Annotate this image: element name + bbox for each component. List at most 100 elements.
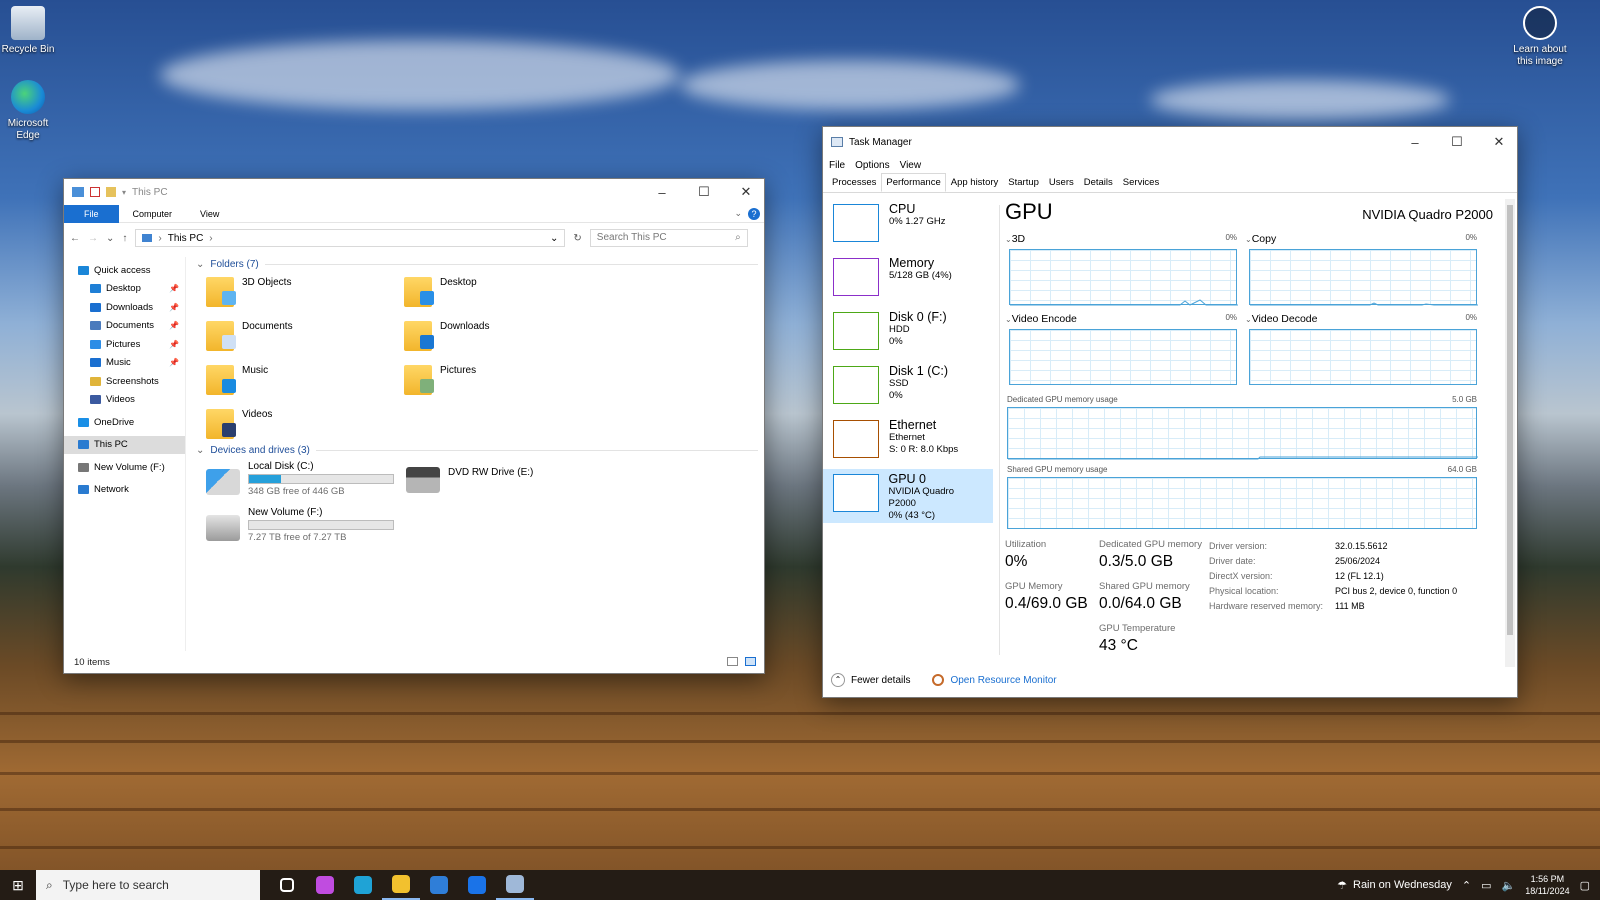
menu-view[interactable]: View (900, 160, 922, 171)
tab-services[interactable]: Services (1118, 173, 1164, 192)
perf-item-disk-1-c[interactable]: Disk 1 (C:) SSD 0% (823, 361, 993, 415)
gpu-info-values: 32.0.15.5612 25/06/2024 12 (FL 12.1) PCI bu… (1335, 539, 1485, 614)
network-icon[interactable]: ▭ (1481, 879, 1491, 892)
tab-details[interactable]: Details (1079, 173, 1118, 192)
perf-item-detail: Ethernet (889, 432, 925, 443)
menu-options[interactable]: Options (855, 160, 889, 171)
nav-label: OneDrive (94, 416, 135, 428)
forward-icon[interactable]: → (88, 233, 98, 244)
folder-documents[interactable]: Documents (206, 321, 293, 351)
drive-dvd-e[interactable]: DVD RW Drive (E:) (406, 467, 533, 493)
refresh-icon[interactable]: ↻ (573, 233, 581, 244)
tab-computer[interactable]: Computer (119, 209, 187, 219)
menu-file[interactable]: File (829, 160, 845, 171)
open-resource-monitor-link[interactable]: Open Resource Monitor (932, 674, 1057, 686)
folder-downloads[interactable]: Downloads (404, 321, 489, 351)
maximize-button[interactable]: ☐ (1439, 134, 1475, 150)
taskbar-app-mail[interactable] (458, 870, 496, 900)
nav-item-pictures[interactable]: Pictures 📌 (64, 335, 185, 354)
desktop-icon-edge[interactable]: Microsoft Edge (0, 80, 60, 142)
clock[interactable]: 1:56 PM 18/11/2024 (1525, 873, 1569, 897)
nav-item-screenshots[interactable]: Screenshots (64, 372, 185, 391)
folders-group-header[interactable]: ⌄ Folders (7) (190, 257, 764, 272)
breadcrumb[interactable]: This PC (168, 233, 204, 244)
pin-icon: 📌 (169, 302, 179, 312)
close-button[interactable]: ✕ (728, 184, 764, 200)
perf-item-name: CPU (889, 202, 916, 216)
folder-videos[interactable]: Videos (206, 409, 272, 439)
nav-item-quick-access[interactable]: Quick access (64, 261, 185, 280)
taskbar-search[interactable]: ⌕ Type here to search (36, 870, 260, 900)
address-bar[interactable]: › This PC › ⌄ (135, 229, 566, 247)
address-dropdown-icon[interactable]: ⌄ (550, 233, 558, 244)
tab-users[interactable]: Users (1044, 173, 1079, 192)
drive-new-volume-f[interactable]: New Volume (F:) 7.27 TB free of 7.27 TB (206, 507, 394, 543)
weather-widget[interactable]: ☂ Rain on Wednesday (1337, 879, 1452, 892)
recent-locations-icon[interactable]: ⌄ (106, 233, 114, 244)
engine-copy-label[interactable]: ⌄Copy 0% (1245, 233, 1477, 245)
nav-item-this-pc[interactable]: This PC (64, 435, 185, 454)
taskbar-app-edge[interactable] (344, 870, 382, 900)
engine-video-encode-label[interactable]: ⌄Video Encode 0% (1005, 313, 1237, 325)
perf-item-name: Ethernet (889, 418, 937, 432)
expand-ribbon-icon[interactable]: ⌄ (728, 208, 748, 219)
folder-desktop[interactable]: Desktop (404, 277, 477, 307)
help-icon[interactable]: ? (748, 207, 760, 220)
large-icons-view-icon[interactable] (745, 657, 756, 666)
folder-pictures[interactable]: Pictures (404, 365, 476, 395)
nav-item-desktop[interactable]: Desktop 📌 (64, 280, 185, 299)
engine-3d-label[interactable]: ⌄3D 0% (1005, 233, 1237, 245)
pin-icon: 📌 (169, 321, 179, 331)
nav-item-documents[interactable]: Documents 📌 (64, 317, 185, 336)
gpu-memory-stat: GPU Memory 0.4/69.0 GB (1005, 581, 1088, 612)
search-input[interactable]: Search This PC ⌕ (589, 229, 748, 247)
minimize-button[interactable]: – (1397, 135, 1433, 150)
start-button[interactable]: ⊞ (0, 877, 36, 894)
properties-icon[interactable] (90, 187, 100, 197)
volume-icon[interactable]: 🔈 (1502, 879, 1516, 892)
vertical-scrollbar[interactable] (1505, 199, 1515, 667)
taskbar-app-task-manager[interactable] (496, 870, 534, 900)
folder-3d-objects[interactable]: 3D Objects (206, 277, 291, 307)
close-button[interactable]: ✕ (1481, 134, 1517, 150)
up-icon[interactable]: ↑ (122, 233, 127, 244)
nav-item-network[interactable]: Network (64, 481, 185, 500)
new-folder-icon[interactable] (106, 187, 116, 197)
nav-item-new-volume-f[interactable]: New Volume (F:) (64, 458, 185, 477)
fewer-details-button[interactable]: ⌃ Fewer details (831, 673, 910, 687)
minimize-button[interactable]: – (644, 185, 680, 200)
engine-video-decode-label[interactable]: ⌄Video Decode 0% (1245, 313, 1477, 325)
desktop-icon-recycle-bin[interactable]: Recycle Bin (0, 6, 60, 56)
details-view-icon[interactable] (727, 657, 738, 666)
taskbar-app-file-explorer[interactable] (382, 870, 420, 900)
folder-music[interactable]: Music (206, 365, 268, 395)
perf-item-ethernet[interactable]: Ethernet Ethernet S: 0 R: 8.0 Kbps (823, 415, 993, 469)
nav-item-videos[interactable]: Videos (64, 391, 185, 410)
taskbar-app-store[interactable] (420, 870, 458, 900)
scroll-thumb[interactable] (1507, 205, 1513, 635)
tab-startup[interactable]: Startup (1003, 173, 1044, 192)
tab-file[interactable]: File (64, 204, 119, 223)
window-title: This PC (132, 186, 168, 198)
perf-item-memory[interactable]: Memory 5/128 GB (4%) (823, 253, 993, 307)
show-hidden-icons[interactable]: ⌃ (1462, 879, 1471, 892)
tab-app-history[interactable]: App history (946, 173, 1004, 192)
tab-view[interactable]: View (186, 209, 233, 219)
desktop-icon-learn-about-image[interactable]: Learn about this image (1508, 6, 1572, 68)
tab-processes[interactable]: Processes (827, 173, 881, 192)
taskbar-app-task-view[interactable] (268, 870, 306, 900)
perf-item-disk-0-f[interactable]: Disk 0 (F:) HDD 0% (823, 307, 993, 361)
drive-local-disk-c[interactable]: Local Disk (C:) 348 GB free of 446 GB (206, 461, 394, 497)
maximize-button[interactable]: ☐ (686, 184, 722, 200)
notifications-icon[interactable]: ▢ (1580, 879, 1590, 892)
tab-performance[interactable]: Performance (881, 173, 946, 192)
nav-item-music[interactable]: Music 📌 (64, 354, 185, 373)
back-icon[interactable]: ← (70, 233, 80, 244)
perf-item-cpu[interactable]: CPU 0% 1.27 GHz (823, 199, 993, 253)
chevron-down-icon[interactable]: ▾ (122, 188, 126, 197)
nav-item-downloads[interactable]: Downloads 📌 (64, 298, 185, 317)
taskbar-app-copilot[interactable] (306, 870, 344, 900)
drives-group-header[interactable]: ⌄ Devices and drives (3) (190, 443, 764, 458)
perf-item-gpu-0[interactable]: GPU 0 NVIDIA Quadro P2000 0% (43 °C) (823, 469, 993, 523)
nav-item-onedrive[interactable]: OneDrive (64, 413, 185, 432)
